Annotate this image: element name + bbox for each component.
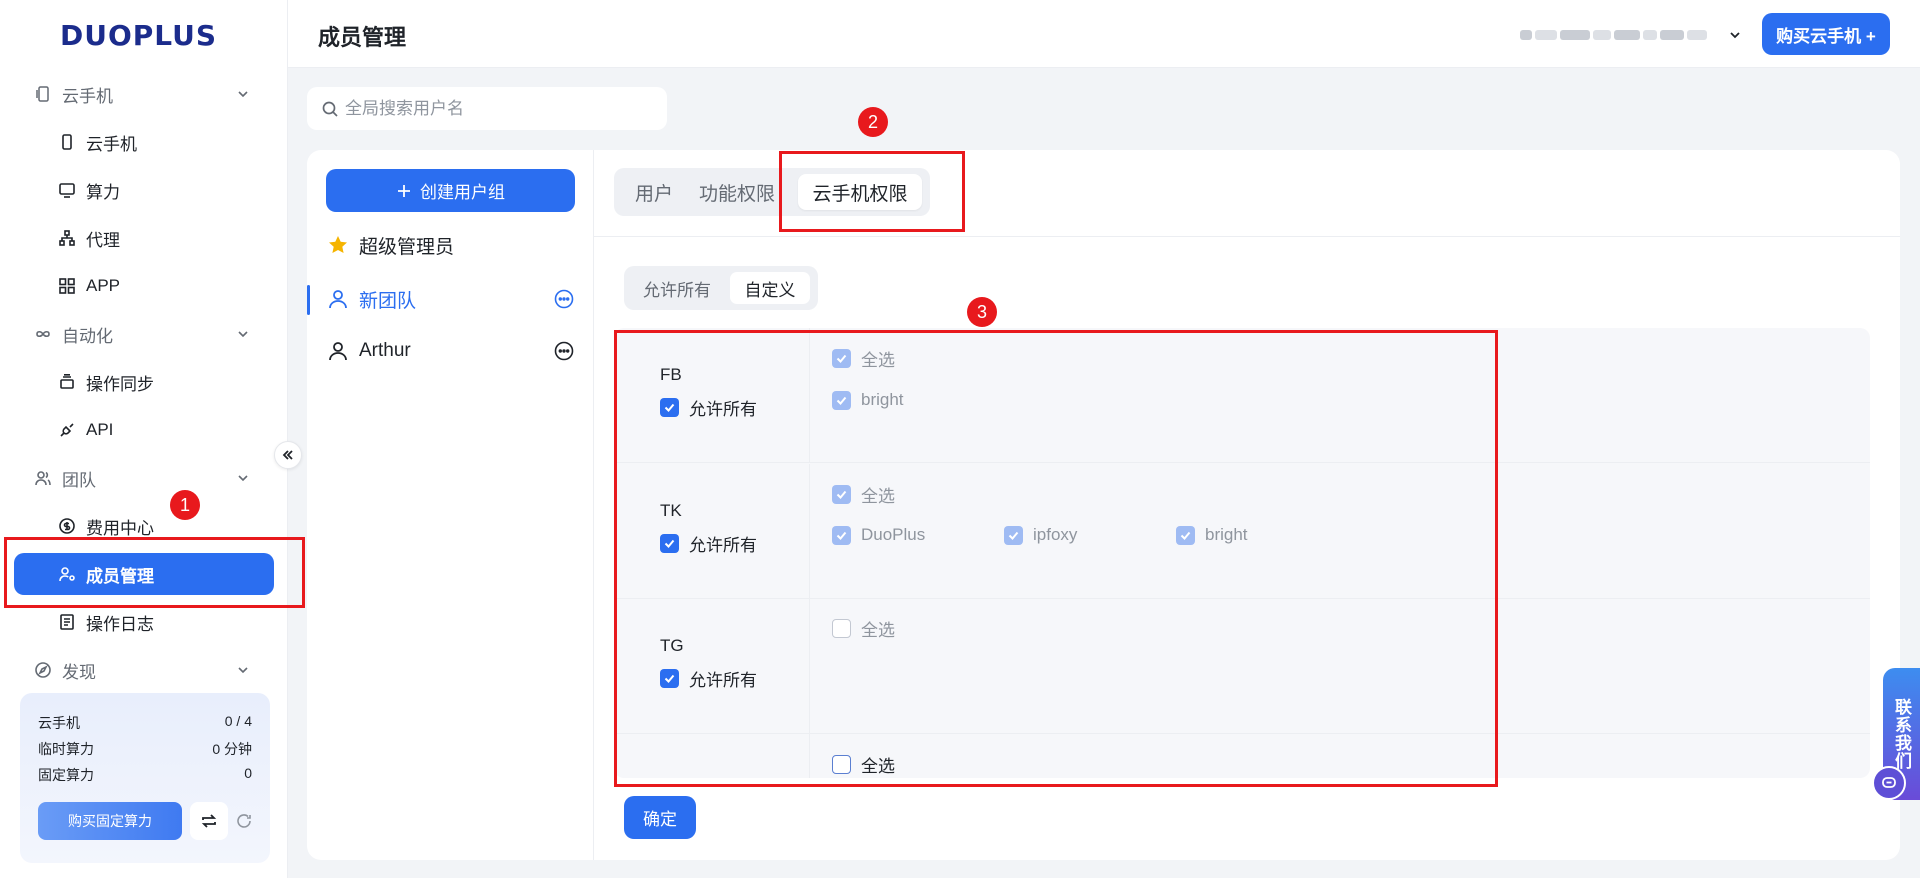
nav-group-label: 自动化 bbox=[62, 326, 113, 346]
mode-allow-all[interactable]: 允许所有 bbox=[630, 272, 724, 304]
annotation-box-2 bbox=[779, 151, 965, 232]
phone-icon bbox=[62, 134, 72, 150]
network-icon bbox=[59, 230, 75, 246]
sidebar-item-compute[interactable]: 算力 bbox=[0, 170, 288, 210]
plug-icon bbox=[60, 423, 74, 437]
create-user-group-button[interactable]: 创建用户组 bbox=[326, 169, 575, 212]
annotation-badge-1: 1 bbox=[170, 490, 200, 520]
annotation-box-1 bbox=[4, 537, 305, 608]
annotation-badge-2: 2 bbox=[858, 107, 888, 137]
annotation-badge-3: 3 bbox=[967, 297, 997, 327]
sidebar-item-label: APP bbox=[86, 276, 121, 295]
grid-icon bbox=[59, 278, 75, 294]
quota-label: 临时算力 bbox=[38, 741, 94, 757]
sidebar-item-label: API bbox=[86, 420, 114, 439]
nav-group-team[interactable]: 团队 bbox=[0, 458, 288, 498]
users-icon bbox=[35, 471, 51, 486]
sidebar-item-sync[interactable]: 操作同步 bbox=[0, 362, 288, 402]
monitor-icon bbox=[59, 183, 75, 198]
dollar-icon bbox=[59, 518, 75, 534]
layers-icon bbox=[60, 374, 74, 389]
sidebar-item-cloud-phone[interactable]: 云手机 bbox=[0, 122, 288, 162]
search-input[interactable] bbox=[345, 87, 645, 130]
user-icon bbox=[329, 290, 347, 309]
brand-name: DUOPLUS bbox=[60, 18, 218, 52]
compass-icon bbox=[35, 662, 51, 678]
permission-mode-toggle: 允许所有 自定义 bbox=[624, 266, 818, 310]
group-name: 超级管理员 bbox=[359, 236, 455, 258]
nav-group-label: 发现 bbox=[62, 662, 96, 682]
buy-cloud-phone-button[interactable]: 购买云手机 + bbox=[1762, 13, 1890, 55]
chevron-down-icon bbox=[238, 667, 248, 674]
top-header: 成员管理 购买云手机 + bbox=[288, 0, 1920, 68]
group-item-arthur[interactable]: Arthur bbox=[307, 331, 594, 371]
refresh-icon bbox=[237, 814, 251, 828]
doc-icon bbox=[60, 614, 74, 630]
chevron-down-icon[interactable] bbox=[1728, 28, 1742, 42]
quota-row: 云手机 0 / 4 bbox=[38, 713, 252, 733]
mode-custom[interactable]: 自定义 bbox=[730, 272, 810, 304]
more-options-icon[interactable] bbox=[554, 289, 574, 309]
quota-card: 云手机 0 / 4 临时算力 0 分钟 固定算力 0 购买固定算力 bbox=[20, 693, 270, 863]
nav-group-cloud-phone[interactable]: 云手机 bbox=[0, 74, 288, 114]
repeat-icon bbox=[201, 814, 217, 828]
sidebar-item-label: 云手机 bbox=[86, 134, 137, 154]
tab-feature-permissions[interactable]: 功能权限 bbox=[692, 174, 782, 210]
quota-row: 固定算力 0 bbox=[38, 765, 252, 785]
quota-label: 固定算力 bbox=[38, 767, 94, 783]
nav-group-automation[interactable]: 自动化 bbox=[0, 314, 288, 354]
sidebar: DUOPLUS 云手机 云手机 算力 代理 APP 自动化 操作同步 API 团… bbox=[0, 0, 288, 878]
confirm-button[interactable]: 确定 bbox=[624, 796, 696, 839]
nav-group-discover[interactable]: 发现 bbox=[0, 650, 288, 690]
double-chevron-left-icon bbox=[282, 450, 293, 460]
create-user-group-label: 创建用户组 bbox=[420, 183, 505, 202]
quota-label: 云手机 bbox=[38, 715, 80, 731]
sidebar-item-label: 代理 bbox=[86, 230, 120, 250]
sidebar-item-label: 费用中心 bbox=[86, 518, 154, 538]
quota-value: 0 bbox=[244, 765, 252, 781]
page-title: 成员管理 bbox=[318, 25, 407, 50]
phone-outline-icon bbox=[36, 86, 49, 102]
group-item-super-admin[interactable]: 超级管理员 bbox=[307, 225, 594, 265]
collapse-sidebar-button[interactable] bbox=[274, 441, 302, 469]
star-icon bbox=[329, 236, 347, 253]
more-options-icon[interactable] bbox=[554, 341, 574, 361]
sidebar-item-label: 算力 bbox=[86, 182, 120, 202]
nav-group-label: 云手机 bbox=[62, 86, 113, 106]
quota-value: 0 分钟 bbox=[212, 741, 252, 757]
sidebar-item-app[interactable]: APP bbox=[0, 266, 288, 306]
chevron-down-icon bbox=[238, 475, 248, 482]
brand-logo[interactable]: DUOPLUS bbox=[60, 18, 217, 52]
user-groups-panel: 创建用户组 超级管理员 新团队 Arthur bbox=[307, 150, 594, 860]
global-search bbox=[307, 87, 667, 130]
quota-row: 临时算力 0 分钟 bbox=[38, 739, 252, 759]
account-name-redacted[interactable] bbox=[1520, 24, 1720, 46]
nav-group-label: 团队 bbox=[62, 470, 96, 490]
quota-value: 0 / 4 bbox=[224, 713, 252, 729]
sidebar-item-label: 操作同步 bbox=[86, 374, 154, 394]
tab-users[interactable]: 用户 bbox=[626, 174, 682, 210]
sidebar-item-label: 操作日志 bbox=[86, 614, 154, 634]
buy-fixed-compute-button[interactable]: 购买固定算力 bbox=[38, 802, 182, 840]
user-icon bbox=[329, 342, 347, 361]
sidebar-item-proxy[interactable]: 代理 bbox=[0, 218, 288, 258]
group-item-new-team[interactable]: 新团队 bbox=[307, 279, 594, 319]
group-name: Arthur bbox=[359, 340, 411, 361]
chevron-down-icon bbox=[238, 91, 248, 98]
sidebar-item-logs[interactable]: 操作日志 bbox=[0, 602, 288, 642]
infinity-icon bbox=[36, 330, 50, 338]
annotation-box-3 bbox=[614, 330, 1498, 787]
chevron-down-icon bbox=[238, 331, 248, 338]
chat-bubble-icon[interactable] bbox=[1872, 766, 1906, 800]
refresh-button[interactable] bbox=[232, 809, 256, 833]
sidebar-item-api[interactable]: API bbox=[0, 410, 288, 450]
divider bbox=[594, 236, 1900, 237]
search-icon bbox=[322, 101, 338, 117]
group-name: 新团队 bbox=[359, 290, 417, 312]
plus-icon bbox=[398, 184, 410, 197]
swap-button[interactable] bbox=[190, 802, 228, 840]
